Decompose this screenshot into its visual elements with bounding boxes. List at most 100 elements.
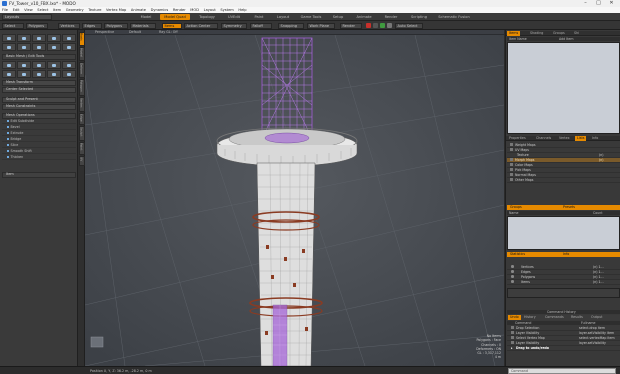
edges-button[interactable]: Edges [82,22,102,29]
stat-row-items[interactable]: Items (n) 1... [507,280,620,285]
side-tab-basic[interactable]: Basic [78,32,85,46]
materials-button[interactable]: Materials [130,22,156,29]
twist-tool-icon[interactable] [17,70,31,78]
tab-schematic-fusion[interactable]: Schematic Fusion [435,14,473,20]
tab-shi[interactable]: Shi [572,31,581,36]
tab-model-quad[interactable]: Model Quad [160,14,190,20]
menu-dynamics[interactable]: Dynamics [151,8,169,12]
tube-tool-icon[interactable] [47,43,61,51]
side-tab-vertex[interactable]: Vertex [78,97,85,112]
map-row-other[interactable]: Other Maps [507,178,620,183]
cylinder-tool-icon[interactable] [32,34,46,42]
tab-uvedit[interactable]: UVEdit [222,14,246,20]
menu-select[interactable]: Select [37,8,48,12]
capsule-tool-icon[interactable] [32,43,46,51]
tab-layout[interactable]: Layout [271,14,295,20]
pen-tool-icon[interactable] [2,43,16,51]
cone-tool-icon[interactable] [47,34,61,42]
tab-undo[interactable]: Undo [508,315,521,320]
sphere-tool-icon[interactable] [2,34,16,42]
maximize-button[interactable]: □ [592,0,605,7]
tab-render[interactable]: Render [380,14,402,20]
center-selected-button[interactable]: Center Selected [2,87,76,93]
tool-bridge[interactable]: Bridge [2,137,76,142]
tab-statistics[interactable]: Statistics [510,252,525,257]
tab-scripting[interactable]: Scripting [405,14,433,20]
auto-select-button[interactable]: Auto Select [395,22,423,29]
close-button[interactable]: ✕ [605,0,618,7]
side-tab-paint[interactable]: Paint [78,142,85,155]
settings-icon[interactable] [387,23,392,28]
tool-edit-subdivide[interactable]: Edit Subdivide [2,119,76,124]
taper-tool-icon[interactable] [32,70,46,78]
shear-tool-icon[interactable] [47,70,61,78]
gear-icon[interactable] [373,23,378,28]
mesh-transform-button[interactable]: Mesh Transform [2,80,76,86]
ellipsoid-tool-icon[interactable] [62,43,76,51]
tab-history[interactable]: History [524,315,536,320]
side-tab-sculpt[interactable]: Sculpt [78,126,85,141]
scale-tool-icon[interactable] [32,61,46,69]
tab-output[interactable]: Output [591,315,602,320]
tab-game-tools[interactable]: Game Tools [296,14,326,20]
side-tab-polygon[interactable]: Polygon [78,79,85,96]
tab-channels[interactable]: Channels [534,136,553,141]
tab-groups[interactable]: Groups [551,31,567,36]
sculpt-present-button[interactable]: Sculpt and Present [2,97,76,103]
items-list[interactable] [507,42,620,134]
menu-edit[interactable]: Edit [13,8,20,12]
menu-mod[interactable]: MOD [190,8,199,12]
record-icon[interactable] [366,23,371,28]
tab-results[interactable]: Results [571,315,583,320]
tab-shading[interactable]: Shading [528,31,545,36]
cube-tool-icon[interactable] [17,34,31,42]
rotate-tool-icon[interactable] [17,61,31,69]
tab-paint[interactable]: Paint [248,14,270,20]
menu-layout[interactable]: Layout [204,8,216,12]
render-button[interactable]: Render [340,22,362,29]
stretch-tool-icon[interactable] [62,61,76,69]
side-tab-edge[interactable]: Edge [78,113,85,125]
tab-commands[interactable]: Commands [545,315,564,320]
tool-bevel[interactable]: Bevel [2,125,76,130]
menu-item[interactable]: Item [53,8,61,12]
tab-animate[interactable]: Animate [352,14,376,20]
menu-view[interactable]: View [24,8,33,12]
tab-info[interactable]: Info [590,136,600,141]
menu-render[interactable]: Render [173,8,186,12]
push-tool-icon[interactable] [62,70,76,78]
symmetry-button[interactable]: Symmetry [221,22,247,29]
plane-tool-icon[interactable] [17,43,31,51]
tab-vertex[interactable]: Vertex [557,136,572,141]
tab-lists[interactable]: Lists [575,136,587,141]
vertices-button[interactable]: Vertices [58,22,80,29]
menu-vertex-map[interactable]: Vertex Map [106,8,126,12]
menu-geometry[interactable]: Geometry [66,8,84,12]
tab-properties[interactable]: Properties [507,136,528,141]
tab-setup[interactable]: Setup [327,14,349,20]
action-center-button[interactable]: Action Center [184,22,218,29]
tool-smooth-shift[interactable]: Smooth Shift [2,149,76,154]
tab-model[interactable]: Model [134,14,158,20]
groups-list[interactable] [507,216,620,250]
move-tool-icon[interactable] [2,61,16,69]
menu-animate[interactable]: Animate [131,8,146,12]
torus-tool-icon[interactable] [62,34,76,42]
menu-system[interactable]: System [220,8,233,12]
tab-presets[interactable]: Presets [563,205,575,210]
minimize-button[interactable]: – [579,0,592,7]
play-icon[interactable] [380,23,385,28]
falloff-button[interactable]: Falloff [250,22,272,29]
tab-topology[interactable]: Topology [193,14,221,20]
mesh-constraints-button[interactable]: Mesh Constraints [2,104,76,110]
select-mode-button[interactable]: Select [2,22,24,29]
tool-slice[interactable]: Slice [2,143,76,148]
bend-tool-icon[interactable] [2,70,16,78]
perspective-viewport[interactable]: Perspective Default Ray GL: Off No Items… [85,30,504,366]
command-input[interactable]: Command [508,368,616,374]
tool-extrude[interactable]: Extrude [2,131,76,136]
menu-texture[interactable]: Texture [88,8,101,12]
layout-selector[interactable]: Layouts [2,14,52,20]
side-tab-deform[interactable]: Deform [78,62,85,78]
tab-items[interactable]: Items [507,31,521,36]
